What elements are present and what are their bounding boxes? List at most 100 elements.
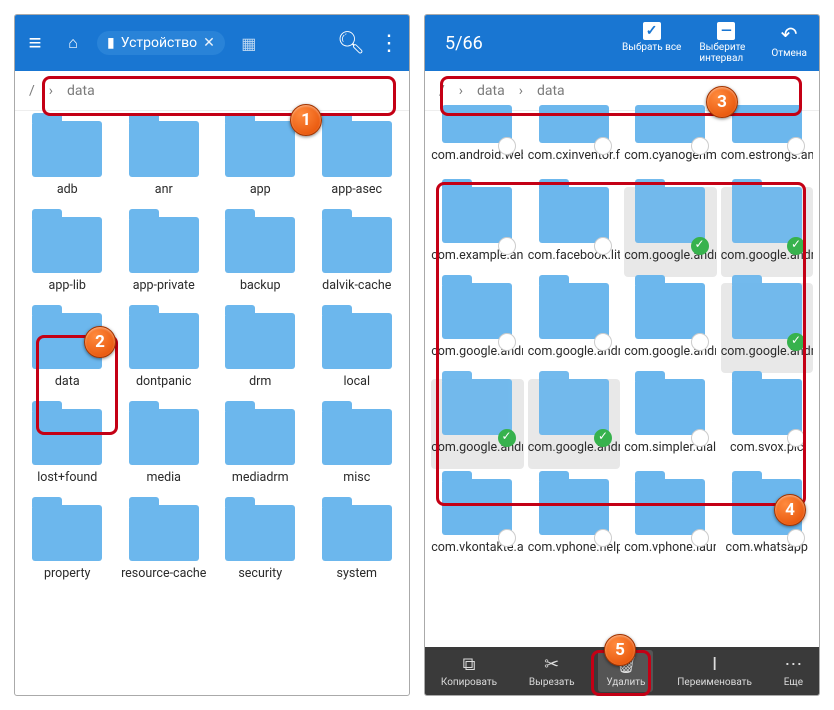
checkbox-icon[interactable] <box>498 237 516 255</box>
folder-item[interactable]: app-lib <box>21 217 114 307</box>
breadcrumb-left[interactable]: / › data <box>15 71 409 111</box>
folder-icon <box>635 379 705 435</box>
folder-item[interactable]: com.google.android.gsf.l <box>528 283 621 373</box>
folder-item[interactable]: com.facebook.lite <box>528 187 621 277</box>
checkbox-icon[interactable] <box>498 333 516 351</box>
checkbox-icon[interactable] <box>594 529 612 547</box>
folder-icon <box>322 121 392 177</box>
windows-icon[interactable]: ▦ <box>235 34 263 53</box>
folder-item[interactable]: com.google.android.vide <box>528 379 621 469</box>
folder-item[interactable]: com.google.android.play <box>431 379 524 469</box>
checkbox-icon[interactable] <box>787 429 805 447</box>
folder-item[interactable]: dalvik-cache <box>311 217 404 307</box>
folder-item[interactable]: drm <box>214 313 307 403</box>
callout-3: 3 <box>706 86 738 118</box>
checkbox-icon[interactable] <box>498 137 516 155</box>
folder-label: property <box>21 567 113 595</box>
checkmark-icon[interactable] <box>787 333 805 351</box>
copy-button[interactable]: ⧉Копировать <box>433 650 505 692</box>
folder-icon <box>442 479 512 535</box>
folder-icon <box>732 283 802 339</box>
folder-item[interactable]: com.simpler.dialer <box>624 379 717 469</box>
folder-item[interactable]: com.cyanogenmod.filem <box>624 115 717 177</box>
folder-item[interactable]: resource-cache <box>118 505 211 595</box>
folder-item[interactable]: com.svox.pic <box>721 379 814 469</box>
checkbox-icon[interactable] <box>691 137 709 155</box>
folder-item[interactable]: com.vkontakte.android <box>431 479 524 569</box>
folder-icon <box>129 217 199 273</box>
folder-icon <box>539 283 609 339</box>
checkbox-icon[interactable] <box>594 237 612 255</box>
select-all-button[interactable]: ✓ Выбрать все <box>622 22 681 64</box>
folder-icon <box>442 283 512 339</box>
folder-label: app-private <box>118 279 210 307</box>
folder-item[interactable]: app-private <box>118 217 211 307</box>
folder-item[interactable]: com.whatsapp <box>721 479 814 569</box>
crumb-data2[interactable]: data <box>537 83 565 99</box>
folder-label: mediadrm <box>214 471 306 499</box>
folder-item[interactable]: com.cxinventor.file.explor <box>528 115 621 177</box>
folder-item[interactable]: system <box>311 505 404 595</box>
checkbox-icon[interactable] <box>691 429 709 447</box>
folder-icon <box>732 379 802 435</box>
cut-button[interactable]: ✂Вырезать <box>521 650 583 692</box>
crumb-data[interactable]: data <box>67 83 95 99</box>
overflow-icon[interactable]: ⋮ <box>375 31 403 56</box>
folder-icon <box>225 313 295 369</box>
crumb-data1[interactable]: data <box>477 83 505 99</box>
cancel-button[interactable]: ↶ Отмена <box>771 22 807 64</box>
folder-item[interactable]: com.vphone.launcher <box>624 479 717 569</box>
location-chip[interactable]: ▮ Устройство ✕ <box>97 31 225 55</box>
checkmark-icon[interactable] <box>594 429 612 447</box>
folder-item[interactable]: com.example.android.sof <box>431 187 524 277</box>
folder-item[interactable]: com.google.android.mus <box>721 283 814 373</box>
folder-item[interactable]: com.android.webview <box>431 115 524 177</box>
folder-label: app <box>214 183 306 211</box>
folder-item[interactable]: app-asec <box>311 121 404 211</box>
checkmark-icon[interactable] <box>787 237 805 255</box>
checkbox-icon[interactable] <box>594 137 612 155</box>
folder-item[interactable]: backup <box>214 217 307 307</box>
crumb-root[interactable]: / <box>29 83 35 99</box>
checkbox-icon[interactable] <box>594 333 612 351</box>
checkbox-icon[interactable] <box>787 529 805 547</box>
folder-item[interactable]: com.google.android.insta <box>624 283 717 373</box>
checkbox-icon[interactable] <box>691 529 709 547</box>
folder-item[interactable]: misc <box>311 409 404 499</box>
folder-item[interactable]: anr <box>118 121 211 211</box>
folder-item[interactable]: dontpanic <box>118 313 211 403</box>
checkmark-icon[interactable] <box>498 429 516 447</box>
folder-item[interactable]: com.estrongs.android.po <box>721 115 814 177</box>
search-icon[interactable]: 🔍︎ <box>337 31 365 56</box>
folder-item[interactable]: local <box>311 313 404 403</box>
folder-item[interactable]: com.google.android.gsf <box>431 283 524 373</box>
rename-button[interactable]: ⅠПереименовать <box>669 650 760 692</box>
select-range-button[interactable]: — Выберите интервал <box>699 22 753 64</box>
more-button[interactable]: ⋯Еще <box>776 650 811 692</box>
folder-label: dalvik-cache <box>311 279 403 307</box>
folder-icon <box>732 187 802 243</box>
callout-5: 5 <box>604 634 636 666</box>
folder-icon <box>539 479 609 535</box>
checkbox-icon[interactable] <box>498 529 516 547</box>
folder-item[interactable]: com.google.android.apps <box>624 187 717 277</box>
folder-item[interactable]: adb <box>21 121 114 211</box>
folder-label: media <box>118 471 210 499</box>
checkbox-icon[interactable] <box>691 333 709 351</box>
folder-item[interactable]: property <box>21 505 114 595</box>
close-chip-icon[interactable]: ✕ <box>203 35 215 51</box>
callout-4: 4 <box>774 494 806 526</box>
folder-label: lost+found <box>21 471 113 499</box>
checkmark-icon[interactable] <box>691 237 709 255</box>
checkbox-icon[interactable] <box>787 137 805 155</box>
folder-item[interactable]: media <box>118 409 211 499</box>
folder-item[interactable]: com.google.android.gms <box>721 187 814 277</box>
folder-item[interactable]: security <box>214 505 307 595</box>
crumb-root[interactable]: / <box>439 83 445 99</box>
folder-item[interactable]: com.vphone.helper <box>528 479 621 569</box>
folder-item[interactable]: lost+found <box>21 409 114 499</box>
menu-icon[interactable]: ≡ <box>21 30 49 56</box>
folder-item[interactable]: mediadrm <box>214 409 307 499</box>
home-icon[interactable]: ⌂ <box>59 33 87 53</box>
folder-item[interactable]: app <box>214 121 307 211</box>
